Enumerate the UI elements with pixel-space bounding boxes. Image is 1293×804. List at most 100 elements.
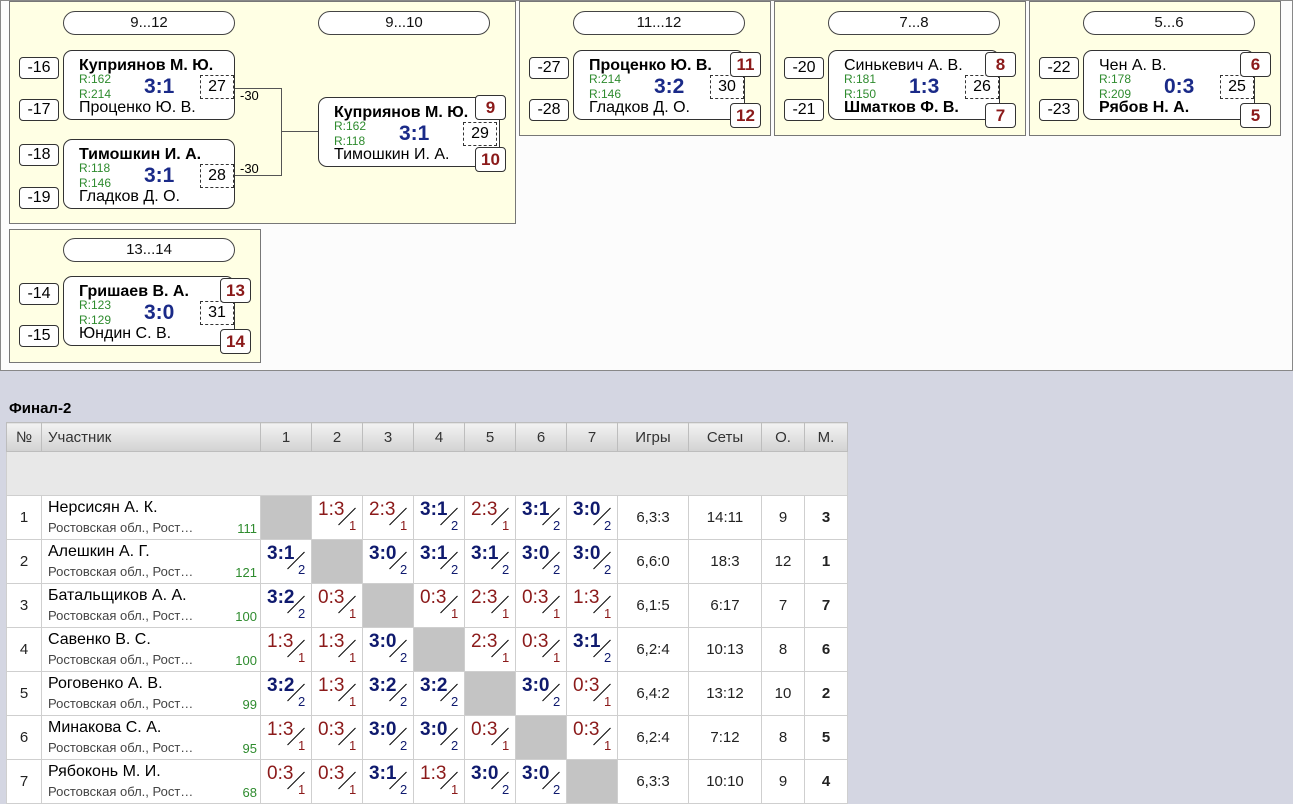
result-cell[interactable]: 0:3 1 [311, 583, 363, 628]
result-cell[interactable]: 1:3 1 [260, 627, 312, 672]
result-cell[interactable]: 1:3 1 [311, 671, 363, 716]
table-row[interactable]: 7 Рябоконь М. И. Ростовская обл., Рост… 68 0… [6, 759, 848, 804]
row-number: 7 [6, 759, 42, 804]
col-header[interactable]: 7 [566, 422, 618, 452]
result-cell[interactable]: 3:0 2 [362, 627, 414, 672]
match-number: 28 [200, 164, 234, 188]
col-header[interactable]: О. [761, 422, 805, 452]
result-cell[interactable]: 3:2 2 [413, 671, 465, 716]
result-cell[interactable]: 3:0 2 [566, 495, 618, 540]
result-cell[interactable]: 3:1 2 [362, 759, 414, 804]
match-box[interactable]: Куприянов М. Ю. R:162 R:118 3:1 29 Тимош… [318, 97, 500, 167]
result-cell[interactable]: 3:0 2 [362, 715, 414, 760]
result-cell[interactable]: 1:3 1 [260, 715, 312, 760]
result-cell[interactable]: 0:3 1 [413, 583, 465, 628]
result-cell[interactable]: 0:3 1 [311, 759, 363, 804]
result-cell[interactable]: 0:3 1 [566, 715, 618, 760]
participant-cell[interactable]: Батальщиков А. А. Ростовская обл., Рост… 1… [41, 583, 261, 628]
result-score: 1:3 [573, 587, 600, 608]
bracket-7-8: 7...8 -20 -21 Синькевич А. В. R:181 R:15… [774, 1, 1026, 136]
place-badge: 13 [220, 278, 251, 303]
bracket-line [281, 131, 319, 132]
result-cell[interactable]: 0:3 1 [311, 715, 363, 760]
col-header[interactable]: Сеты [688, 422, 762, 452]
participant-cell[interactable]: Савенко В. С. Ростовская обл., Рост… 100 [41, 627, 261, 672]
result-cell[interactable]: 3:0 2 [515, 539, 567, 584]
result-score: 0:3 [573, 675, 600, 696]
result-cell[interactable]: 3:1 2 [464, 539, 516, 584]
result-cell[interactable]: 3:2 2 [260, 671, 312, 716]
table-body: 1 Нерсисян А. К. Ростовская обл., Рост… 111… [6, 495, 848, 804]
participant-cell[interactable]: Нерсисян А. К. Ростовская обл., Рост… 111 [41, 495, 261, 540]
result-score: 3:0 [573, 499, 601, 520]
col-header[interactable]: 1 [260, 422, 312, 452]
table-row[interactable]: 5 Роговенко А. В. Ростовская обл., Рост… 99… [6, 671, 848, 716]
match-box[interactable]: Чен А. В. R:178 R:209 0:3 25 Рябов Н. А. [1083, 50, 1255, 120]
result-cell[interactable]: 2:3 1 [464, 495, 516, 540]
row-number: 4 [6, 627, 42, 672]
result-cell[interactable]: 2:3 1 [362, 495, 414, 540]
col-header[interactable]: М. [804, 422, 848, 452]
result-score: 3:1 [267, 543, 295, 564]
result-cell[interactable]: 0:3 1 [260, 759, 312, 804]
col-header[interactable]: 3 [362, 422, 414, 452]
col-header[interactable]: Игры [617, 422, 689, 452]
result-cell[interactable]: 0:3 1 [515, 627, 567, 672]
result-cell[interactable]: 3:2 2 [260, 583, 312, 628]
result-cell[interactable]: 3:0 2 [464, 759, 516, 804]
col-header[interactable]: 6 [515, 422, 567, 452]
participant-cell[interactable]: Минакова С. А. Ростовская обл., Рост… 95 [41, 715, 261, 760]
participant-cell[interactable]: Алешкин А. Г. Ростовская обл., Рост… 121 [41, 539, 261, 584]
result-cell[interactable]: 3:1 2 [515, 495, 567, 540]
result-score: 1:3 [267, 631, 294, 652]
table-row[interactable]: 2 Алешкин А. Г. Ростовская обл., Рост… 121 3… [6, 539, 848, 584]
result-points: 2 [604, 562, 612, 577]
result-cell[interactable]: 0:3 1 [566, 671, 618, 716]
result-cell[interactable]: 3:0 2 [362, 539, 414, 584]
result-cell[interactable]: 3:1 2 [413, 539, 465, 584]
col-header[interactable]: 2 [311, 422, 363, 452]
result-cell[interactable]: 0:3 1 [464, 715, 516, 760]
result-cell[interactable]: 3:1 2 [260, 539, 312, 584]
participant-cell[interactable]: Рябоконь М. И. Ростовская обл., Рост… 68 [41, 759, 261, 804]
match-box[interactable]: Проценко Ю. В. R:214 R:146 3:2 30 Гладко… [573, 50, 745, 120]
games-cell: 6,2:4 [617, 715, 689, 760]
result-cell[interactable]: 2:3 1 [464, 627, 516, 672]
result-cell[interactable]: 3:0 2 [566, 539, 618, 584]
result-cell[interactable]: 3:1 2 [566, 627, 618, 672]
result-cell[interactable]: 0:3 1 [515, 583, 567, 628]
participant-region: Ростовская обл., Рост… [48, 608, 194, 623]
table-row[interactable]: 3 Батальщиков А. А. Ростовская обл., Рост…… [6, 583, 848, 628]
result-cell[interactable]: 3:0 2 [413, 715, 465, 760]
participant-region: Ростовская обл., Рост… [48, 740, 194, 755]
col-header[interactable]: № [6, 422, 42, 452]
result-cell[interactable]: 3:1 2 [413, 495, 465, 540]
result-cell[interactable]: 1:3 1 [413, 759, 465, 804]
result-cell[interactable]: 2:3 1 [464, 583, 516, 628]
points-cell: 8 [761, 715, 805, 760]
table-row[interactable]: 1 Нерсисян А. К. Ростовская обл., Рост… 111… [6, 495, 848, 540]
result-score: 1:3 [318, 499, 345, 520]
result-cell[interactable]: 3:0 2 [515, 671, 567, 716]
result-cell[interactable]: 1:3 1 [311, 495, 363, 540]
result-cell[interactable]: 1:3 1 [311, 627, 363, 672]
result-points: 1 [349, 694, 357, 709]
match-box[interactable]: Гришаев В. А. R:123 R:129 3:0 31 Юндин С… [63, 276, 235, 346]
player-rating: R:162 [79, 72, 112, 86]
participant-rating: 100 [235, 653, 257, 668]
match-box[interactable]: Синькевич А. В. R:181 R:150 1:3 26 Шматк… [828, 50, 1000, 120]
col-header[interactable]: 5 [464, 422, 516, 452]
col-header[interactable]: Участник [41, 422, 261, 452]
table-row[interactable]: 4 Савенко В. С. Ростовская обл., Рост… 100 1… [6, 627, 848, 672]
result-cell[interactable]: 3:0 2 [515, 759, 567, 804]
result-cell[interactable]: 3:2 2 [362, 671, 414, 716]
result-cell[interactable]: 1:3 1 [566, 583, 618, 628]
loser-destination: -30 [240, 88, 259, 103]
games-cell: 6,1:5 [617, 583, 689, 628]
col-header[interactable]: 4 [413, 422, 465, 452]
table-row[interactable]: 6 Минакова С. А. Ростовская обл., Рост… 95 1… [6, 715, 848, 760]
match-box[interactable]: Тимошкин И. А. R:118 R:146 3:1 28 Гладко… [63, 139, 235, 209]
result-score: 2:3 [471, 631, 498, 652]
match-box[interactable]: Куприянов М. Ю. R:162 R:214 3:1 27 Проце… [63, 50, 235, 120]
participant-cell[interactable]: Роговенко А. В. Ростовская обл., Рост… 99 [41, 671, 261, 716]
